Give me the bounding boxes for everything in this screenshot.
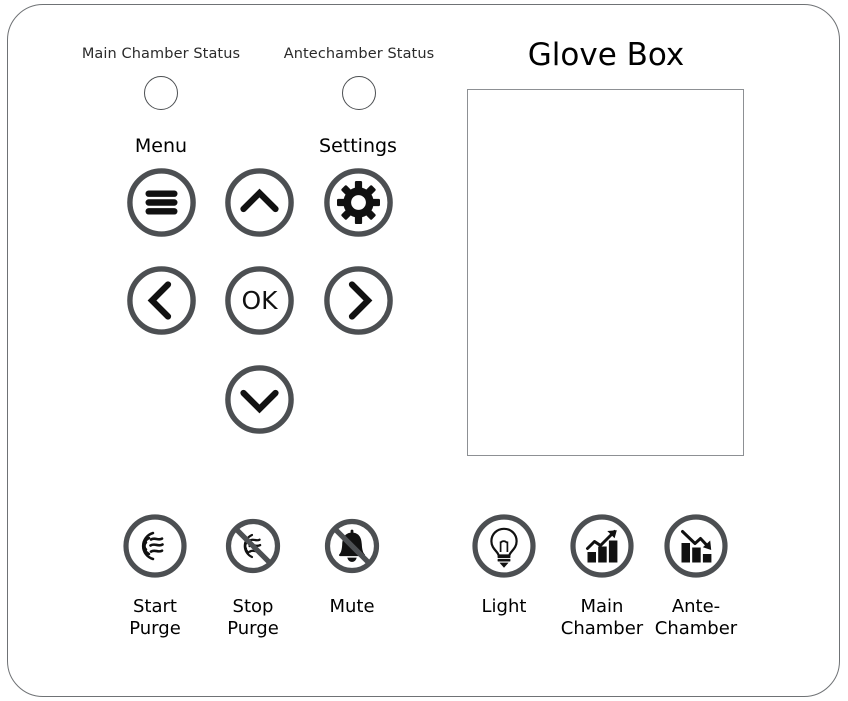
chart-trend-up-icon (570, 514, 634, 578)
main-chamber-status-lamp (144, 76, 178, 110)
main-chamber-button[interactable] (570, 514, 634, 578)
chevron-down-icon (225, 365, 294, 434)
mute-button[interactable] (320, 514, 384, 578)
stop-purge-button[interactable] (221, 514, 285, 578)
chart-trend-down-icon (664, 514, 728, 578)
left-button[interactable] (127, 266, 196, 335)
chevron-right-icon (324, 266, 393, 335)
settings-label: Settings (319, 135, 397, 157)
light-label: Light (481, 596, 527, 617)
airflow-slashed-icon (225, 518, 281, 574)
right-button[interactable] (324, 266, 393, 335)
hamburger-menu-icon (127, 168, 196, 237)
ante-chamber-label: Ante- Chamber (654, 596, 738, 639)
main-chamber-label: Main Chamber (560, 596, 644, 639)
main-display-screen[interactable] (467, 89, 744, 456)
up-button[interactable] (225, 168, 294, 237)
ante-chamber-button[interactable] (664, 514, 728, 578)
chevron-up-icon (225, 168, 294, 237)
gear-icon (324, 168, 393, 237)
ok-button[interactable]: OK (225, 266, 294, 335)
antechamber-status-lamp (342, 76, 376, 110)
main-chamber-status-label: Main Chamber Status (81, 46, 241, 62)
menu-button[interactable] (127, 168, 196, 237)
stop-purge-label: Stop Purge (227, 596, 279, 639)
chevron-left-icon (127, 266, 196, 335)
lightbulb-icon (472, 514, 536, 578)
page-title: Glove Box (527, 37, 685, 73)
airflow-icon (123, 514, 187, 578)
start-purge-label: Start Purge (129, 596, 181, 639)
ok-text-icon: OK (225, 266, 294, 335)
light-button[interactable] (472, 514, 536, 578)
ok-button-text: OK (241, 286, 278, 315)
menu-label: Menu (134, 135, 188, 157)
settings-button[interactable] (324, 168, 393, 237)
antechamber-status-label: Antechamber Status (283, 46, 435, 62)
down-button[interactable] (225, 365, 294, 434)
device-panel: Main Chamber Status Antechamber Status M… (7, 4, 840, 697)
mute-label: Mute (329, 596, 375, 617)
start-purge-button[interactable] (123, 514, 187, 578)
bell-slashed-icon (324, 518, 380, 574)
